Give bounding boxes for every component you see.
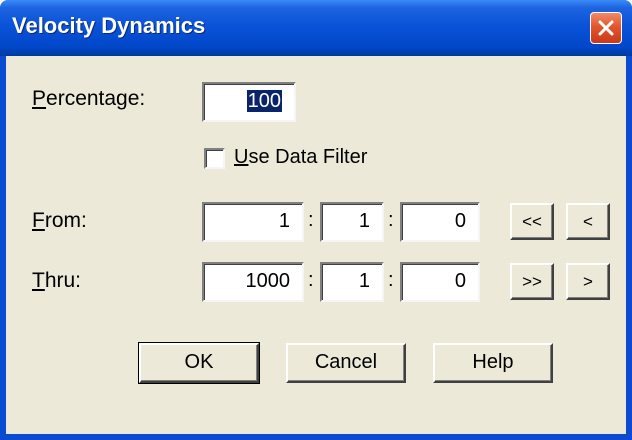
cancel-button[interactable]: Cancel <box>286 343 406 383</box>
percentage-label: Percentage: <box>32 87 146 110</box>
window-title: Velocity Dynamics <box>12 13 206 38</box>
dialog-window: Velocity Dynamics Percentage: 100 Use Da… <box>0 0 632 440</box>
thru-label: Thru: <box>32 269 82 292</box>
ok-button[interactable]: OK <box>138 342 260 384</box>
help-button[interactable]: Help <box>433 343 553 383</box>
thru-separator-1: : <box>308 269 314 291</box>
from-tick-input[interactable]: 0 <box>400 202 480 242</box>
thru-beat-input[interactable]: 1 <box>320 262 384 302</box>
from-beat-input[interactable]: 1 <box>320 202 384 242</box>
thru-measure-input[interactable]: 1000 <box>202 262 304 302</box>
from-separator-2: : <box>388 209 394 231</box>
use-data-filter-checkbox[interactable] <box>204 148 225 169</box>
thru-last-button[interactable]: >> <box>510 263 554 300</box>
thru-tick-input[interactable]: 0 <box>400 262 480 302</box>
from-prev-button[interactable]: < <box>566 203 610 240</box>
from-label: From: <box>32 209 87 232</box>
title-bar[interactable]: Velocity Dynamics <box>0 0 632 56</box>
close-button[interactable] <box>590 12 622 44</box>
dialog-body: Percentage: 100 Use Data Filter From: 1 … <box>6 56 626 434</box>
close-icon <box>598 20 614 36</box>
percentage-input[interactable]: 100 <box>202 82 296 122</box>
from-first-button[interactable]: << <box>510 203 554 240</box>
thru-next-button[interactable]: > <box>566 263 610 300</box>
thru-separator-2: : <box>388 269 394 291</box>
from-measure-input[interactable]: 1 <box>202 202 304 242</box>
from-separator-1: : <box>308 209 314 231</box>
use-data-filter-label[interactable]: Use Data Filter <box>234 146 367 169</box>
